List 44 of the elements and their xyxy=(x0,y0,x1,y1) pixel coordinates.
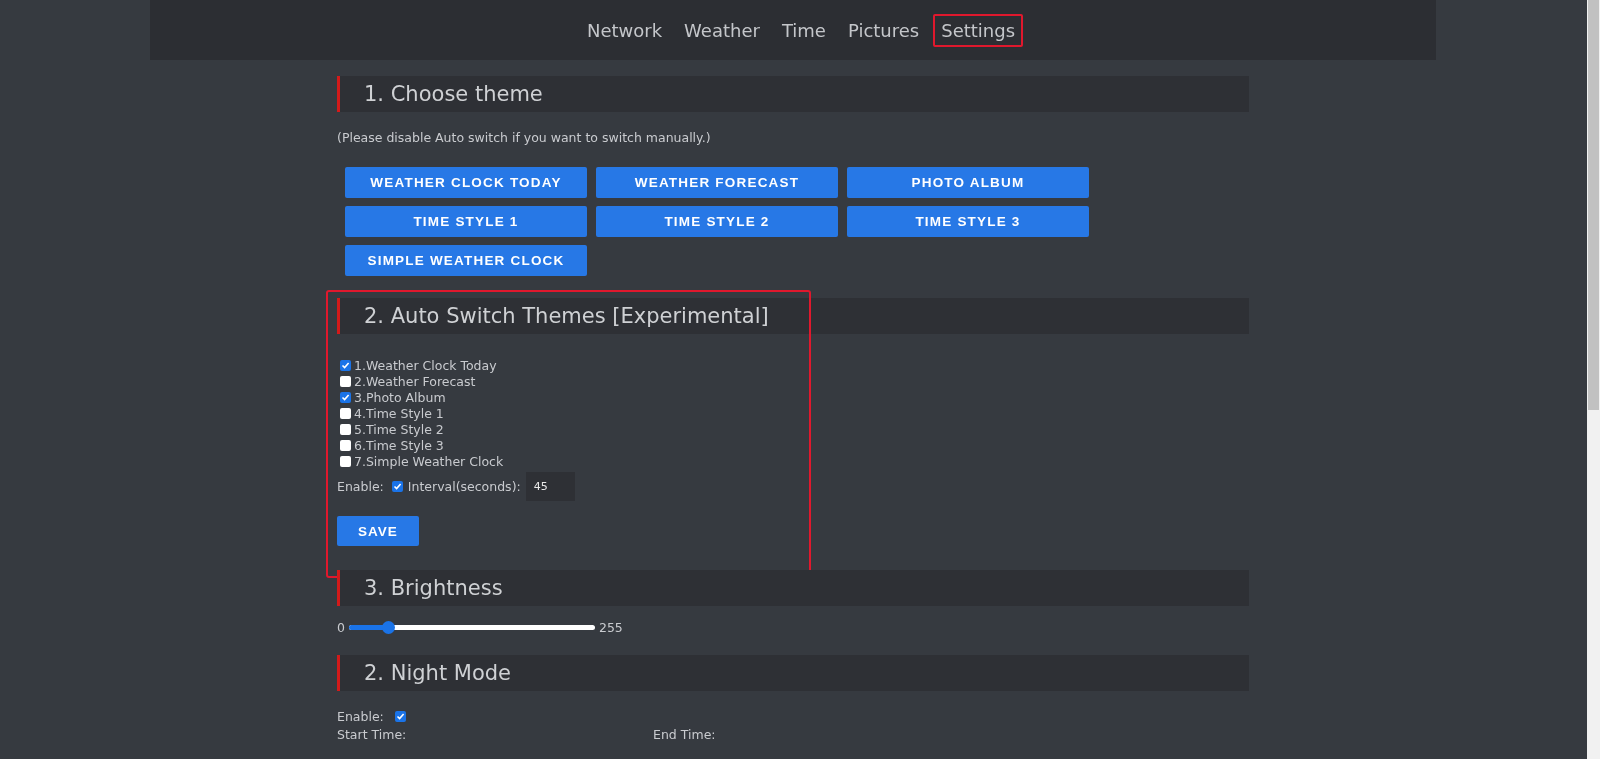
checkbox[interactable] xyxy=(340,455,351,467)
checkbox[interactable] xyxy=(340,423,351,435)
scrollbar[interactable] xyxy=(1587,0,1600,759)
hint-text: (Please disable Auto switch if you want to switch manually.) xyxy=(337,130,712,145)
checkbox[interactable] xyxy=(340,391,351,403)
theme-button[interactable]: WEATHER FORECAST xyxy=(596,167,838,198)
checkbox-label: 6.Time Style 3 xyxy=(354,437,444,453)
section-heading: 3. Brightness xyxy=(337,570,1249,606)
checkbox-label: 4.Time Style 1 xyxy=(354,405,444,421)
theme-button[interactable]: TIME STYLE 2 xyxy=(596,206,838,237)
enable-label: Enable: xyxy=(337,479,384,494)
checkbox[interactable] xyxy=(394,711,406,722)
enable-label: Enable: xyxy=(337,709,384,724)
nav-tab[interactable]: Settings xyxy=(933,13,1024,47)
nav-tab[interactable]: Weather xyxy=(676,13,768,47)
checkbox-label: 7.Simple Weather Clock xyxy=(354,453,504,469)
slider-min-label: 0 xyxy=(337,620,345,635)
nav-tab[interactable]: Network xyxy=(578,13,671,47)
section-heading: 2. Night Mode xyxy=(337,655,1249,691)
start-time-label: Start Time: xyxy=(337,727,408,742)
section-heading: 1. Choose theme xyxy=(337,76,1249,112)
theme-button[interactable]: TIME STYLE 1 xyxy=(345,206,587,237)
checkbox-label: 1.Weather Clock Today xyxy=(354,357,497,373)
theme-button[interactable]: WEATHER CLOCK TODAY xyxy=(345,167,587,198)
checkbox-label: 2.Weather Forecast xyxy=(354,373,476,389)
checkbox-label: 5.Time Style 2 xyxy=(354,421,444,437)
nav-tab[interactable]: Time xyxy=(773,13,834,47)
slider-thumb[interactable] xyxy=(382,621,396,634)
checkbox-label: 3.Photo Album xyxy=(354,389,446,405)
slider-max-label: 255 xyxy=(598,620,623,635)
theme-button[interactable]: TIME STYLE 3 xyxy=(847,206,1089,237)
checkbox[interactable] xyxy=(391,481,403,492)
end-time-label: End Time: xyxy=(653,727,716,742)
nav-tab[interactable]: Pictures xyxy=(839,13,928,47)
checkbox[interactable] xyxy=(340,359,351,371)
interval-label: Interval(seconds): xyxy=(407,479,521,494)
theme-button[interactable]: PHOTO ALBUM xyxy=(847,167,1089,198)
checkbox[interactable] xyxy=(340,439,351,451)
checkbox[interactable] xyxy=(340,375,351,387)
section-heading: 2. Auto Switch Themes [Experimental] xyxy=(337,298,1249,334)
theme-button[interactable]: SIMPLE WEATHER CLOCK xyxy=(345,245,587,276)
checkbox[interactable] xyxy=(340,407,351,419)
interval-field[interactable]: 45 xyxy=(525,472,575,501)
save-button[interactable]: SAVE xyxy=(337,516,419,546)
